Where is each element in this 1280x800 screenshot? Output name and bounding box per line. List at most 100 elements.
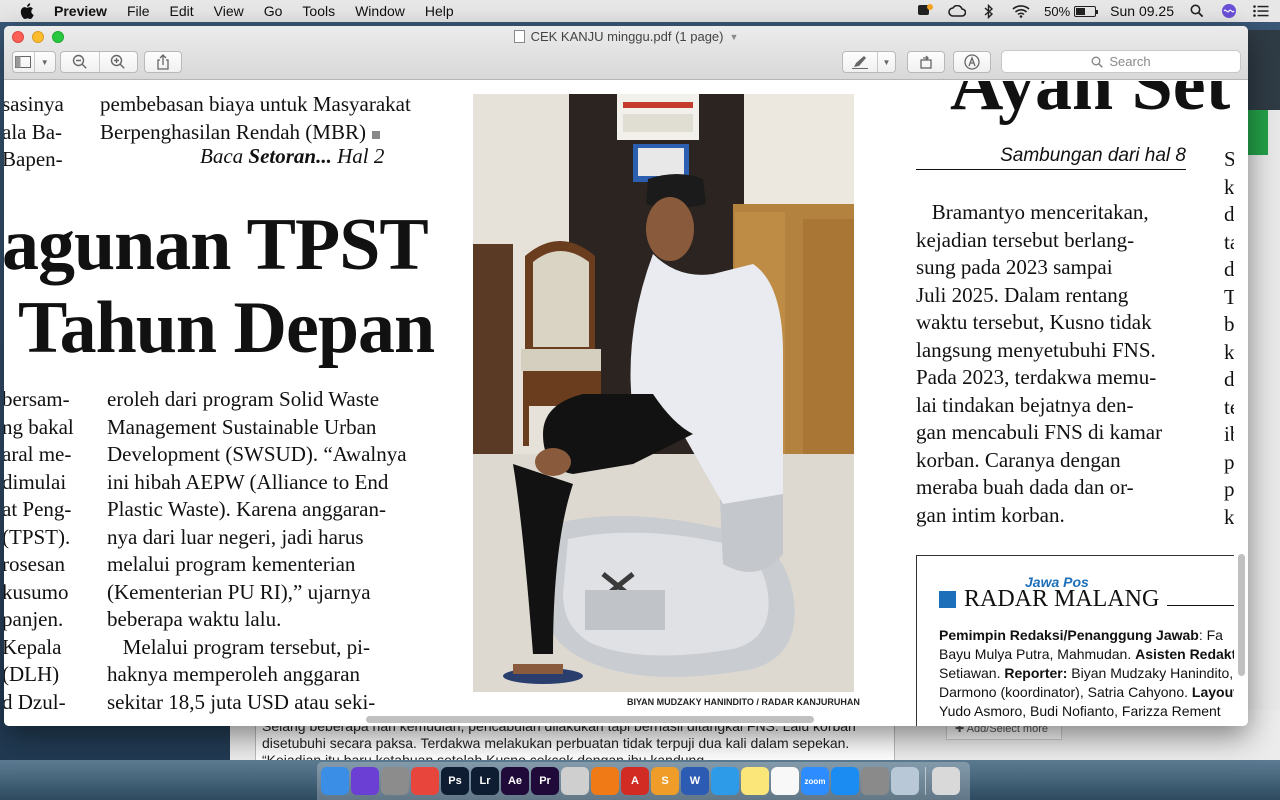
notification-icon[interactable] [916, 3, 934, 19]
creative-cloud-icon[interactable] [948, 3, 967, 19]
text-line: nya dari luar negeri, jadi harus [107, 524, 364, 549]
text-line: bu [1224, 312, 1234, 336]
text-line: kejadian tersebut berlang- [916, 227, 1135, 252]
menu-view[interactable]: View [204, 0, 254, 22]
dock-no-entry-icon[interactable] [561, 767, 589, 795]
text-line-segment: Berpenghasilan Rendah (MBR) [100, 119, 366, 144]
dock: Ps Lr Ae Pr A S Wzoom [317, 762, 970, 800]
text-line: bersam- [4, 387, 70, 411]
text-line: at Peng- [4, 497, 72, 521]
search-placeholder: Search [1109, 54, 1151, 69]
dock-acrobat-icon[interactable]: A [621, 767, 649, 795]
dock-safari-icon[interactable] [711, 767, 739, 795]
text-line: d Dzul- [4, 689, 66, 714]
dock-sublime-icon[interactable]: S [651, 767, 679, 795]
text-line: dimulai [4, 469, 67, 494]
dock-photoshop-icon[interactable]: Ps [441, 767, 469, 795]
vertical-scrollbar[interactable] [1238, 554, 1245, 676]
background-window-right [1248, 110, 1280, 730]
credit-role: Asisten Redakt [1135, 646, 1234, 662]
battery-percent: 50% [1044, 3, 1071, 19]
menu-app-name[interactable]: Preview [54, 0, 117, 22]
baca-bold: Setoran... [248, 144, 332, 168]
text-line: waktu tersebut, Kusno tidak [916, 310, 1152, 334]
menu-tools[interactable]: Tools [292, 0, 345, 22]
menu-go[interactable]: Go [254, 0, 293, 22]
wifi-icon[interactable] [1012, 3, 1030, 19]
text-line: ka [1224, 339, 1234, 364]
dock-separator [925, 767, 926, 795]
text-line: pembebasan biaya untuk Masyarakat [100, 92, 411, 116]
article-body-middle: eroleh dari program Solid Waste Managemen… [107, 386, 427, 716]
text-line: (TPST). [4, 524, 71, 549]
dock-app-store-icon[interactable] [831, 767, 859, 795]
siri-icon[interactable] [1220, 3, 1238, 19]
spotlight-search-icon[interactable] [1188, 3, 1206, 19]
title-bar[interactable]: CEK KANJU minggu.pdf (1 page) ▼ ▼ ▼ Sear… [4, 26, 1248, 80]
zoom-out-button[interactable] [61, 52, 99, 72]
rotate-button[interactable] [907, 51, 945, 73]
preview-window: CEK KANJU minggu.pdf (1 page) ▼ ▼ ▼ Sear… [4, 26, 1248, 726]
dock-system-preferences-icon[interactable] [861, 767, 889, 795]
blue-square-icon [939, 591, 956, 608]
dock-finder-icon[interactable] [321, 767, 349, 795]
dock-preview-icon[interactable] [891, 767, 919, 795]
window-title-text: CEK KANJU minggu.pdf (1 page) [530, 29, 724, 44]
pdf-page[interactable]: sasinya ala Ba- Bapen- pembebasan biaya … [4, 81, 1234, 726]
text-line: ini hibah AEPW (Alliance to End [107, 469, 389, 494]
dock-lightroom-icon[interactable]: Lr [471, 767, 499, 795]
text-line: melalui program kementerian [107, 552, 356, 576]
menu-file[interactable]: File [117, 0, 160, 22]
background-green-tab [1248, 110, 1268, 155]
dock-premiere-icon[interactable]: Pr [531, 767, 559, 795]
radar-malang-logo: RADAR MALANG [939, 586, 1234, 613]
dock-photos-icon[interactable] [771, 767, 799, 795]
window-title[interactable]: CEK KANJU minggu.pdf (1 page) ▼ [4, 29, 1248, 44]
text-line: beberapa waktu lalu. [107, 607, 282, 631]
bluetooth-icon[interactable] [980, 3, 998, 19]
apple-menu-icon[interactable] [20, 3, 34, 19]
text-line: pe [1224, 449, 1234, 474]
horizontal-scrollbar[interactable] [366, 716, 814, 723]
notification-center-icon[interactable] [1252, 3, 1270, 19]
dock-zoom-icon[interactable]: zoom [801, 767, 829, 795]
masthead-box: Jawa Pos RADAR MALANG Pemimpin Redaksi/P… [916, 555, 1234, 726]
menu-window[interactable]: Window [345, 0, 415, 22]
text-line: Management Sustainable Urban [107, 414, 377, 439]
menu-help[interactable]: Help [415, 0, 464, 22]
text-line: (DLH) [4, 662, 60, 686]
dock-blender-icon[interactable] [591, 767, 619, 795]
battery-status[interactable]: 50% [1044, 3, 1099, 19]
rotate-icon [920, 55, 932, 69]
zoom-control[interactable] [60, 51, 138, 73]
credit-names: : Fa [1198, 627, 1223, 643]
chevron-down-icon: ▼ [877, 52, 895, 72]
text-line: gan mencabuli FNS di kamar [916, 420, 1163, 444]
dock-notes-icon[interactable] [741, 767, 769, 795]
share-button[interactable] [144, 51, 182, 73]
zoom-in-button[interactable] [98, 52, 138, 72]
markup-button[interactable]: ▼ [842, 51, 896, 73]
article-body-far-right: Ske di ta di Te bu ka di tel ib pe pa ko [1224, 146, 1234, 531]
chevron-down-icon: ▼ [33, 52, 56, 72]
dock-after-effects-icon[interactable]: Ae [501, 767, 529, 795]
dock-word-icon[interactable]: W [681, 767, 709, 795]
text-line: S [1224, 147, 1234, 171]
clock[interactable]: Sun 09.25 [1110, 3, 1174, 19]
search-input[interactable]: Search [1001, 50, 1241, 73]
search-icon [1091, 56, 1104, 68]
baca-prefix: Baca [200, 144, 249, 168]
dock-siri-icon[interactable] [351, 767, 379, 795]
dock-launchpad-icon[interactable] [381, 767, 409, 795]
article-body-right: Bramantyo menceritakan, kejadian tersebut… [916, 199, 1186, 529]
credits-line: Bayu Mulya Putra, Mahmudan. Asisten Reda… [939, 645, 1234, 664]
dock-chrome-icon[interactable] [411, 767, 439, 795]
sidebar-toggle-button[interactable]: ▼ [12, 51, 56, 73]
chevron-down-icon[interactable]: ▼ [730, 32, 739, 42]
menu-edit[interactable]: Edit [160, 0, 204, 22]
markup-toolbar-button[interactable] [953, 51, 991, 73]
dock-trash-icon[interactable] [932, 767, 960, 795]
masthead-credits: Pemimpin Redaksi/Penanggung Jawab: Fa Ba… [939, 626, 1234, 721]
text-line: Te [1224, 284, 1234, 309]
radar-malang-title: RADAR MALANG [964, 586, 1160, 612]
